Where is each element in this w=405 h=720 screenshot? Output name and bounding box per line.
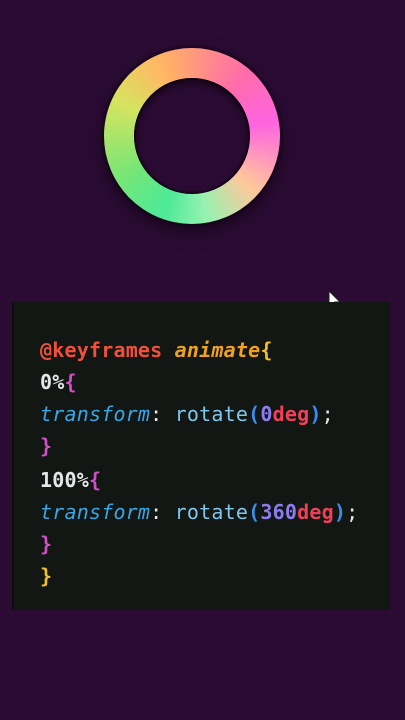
keyframe-selector: 0% bbox=[40, 370, 65, 394]
open-paren: ( bbox=[248, 500, 261, 524]
unit: deg bbox=[272, 402, 310, 426]
unit: deg bbox=[297, 500, 334, 524]
animation-name: animate bbox=[174, 338, 261, 362]
at-symbol: @ bbox=[40, 338, 53, 362]
open-paren: ( bbox=[248, 402, 261, 426]
close-brace: } bbox=[40, 564, 53, 588]
open-brace: { bbox=[88, 468, 102, 492]
code-line-1: @keyframes animate{ bbox=[40, 338, 273, 362]
code-line-2: 0%{ bbox=[40, 370, 77, 394]
code-line-4: } bbox=[40, 434, 52, 458]
css-function: rotate bbox=[174, 402, 249, 426]
code-line-3: transform: rotate(0deg); bbox=[40, 402, 334, 426]
css-property: transform bbox=[40, 402, 151, 426]
keyframes-keyword: keyframes bbox=[52, 338, 163, 362]
semicolon: ; bbox=[321, 402, 334, 426]
close-paren: ) bbox=[333, 500, 347, 524]
colon: : bbox=[150, 500, 163, 524]
animated-gradient-ring bbox=[104, 48, 280, 224]
code-line-8: } bbox=[40, 564, 52, 588]
close-paren: ) bbox=[309, 402, 322, 426]
close-brace: } bbox=[40, 434, 53, 458]
keyframe-selector: 100% bbox=[40, 468, 89, 492]
code-editor: @keyframes animate{ 0%{ transform: rotat… bbox=[12, 302, 390, 610]
video-frame: @keyframes animate{ 0%{ transform: rotat… bbox=[0, 0, 405, 720]
css-property: transform bbox=[40, 500, 151, 524]
code-line-7: } bbox=[40, 532, 52, 556]
close-brace: } bbox=[40, 532, 53, 556]
code-line-5: 100%{ bbox=[40, 468, 101, 492]
css-function: rotate bbox=[174, 500, 249, 524]
code-line-6: transform: rotate(360deg); bbox=[40, 500, 358, 524]
colon: : bbox=[150, 402, 163, 426]
ring-center bbox=[134, 78, 250, 194]
open-brace: { bbox=[260, 338, 273, 362]
semicolon: ; bbox=[346, 500, 359, 524]
number-value: 0 bbox=[260, 402, 273, 426]
open-brace: { bbox=[64, 370, 77, 394]
number-value: 360 bbox=[260, 500, 298, 524]
